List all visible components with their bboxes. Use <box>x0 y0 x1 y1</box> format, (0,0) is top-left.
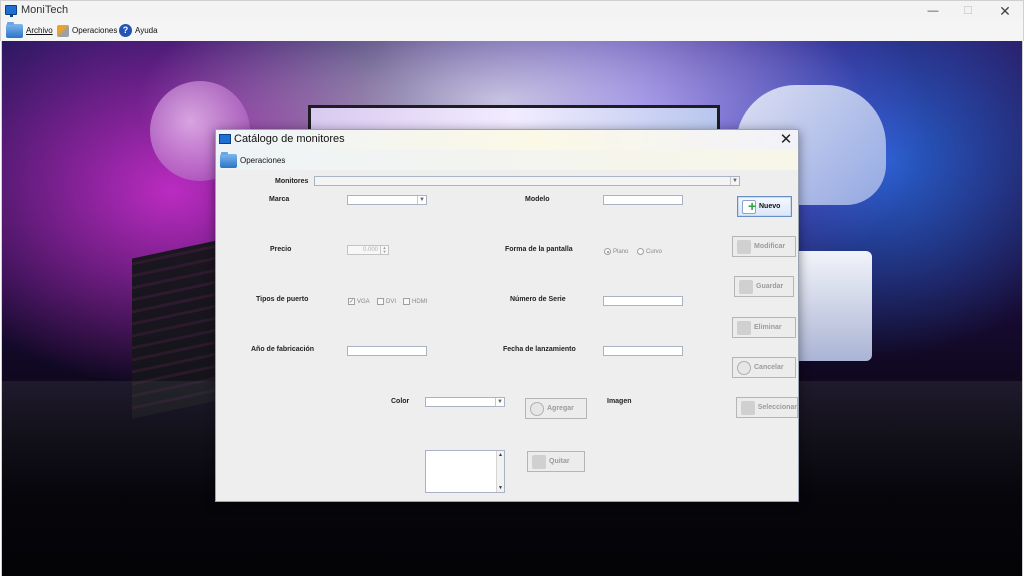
checkbox-icon <box>377 298 384 305</box>
dialog-close-button[interactable]: ✕ <box>776 130 796 150</box>
dialog-menu-operaciones[interactable]: Operaciones <box>220 151 286 169</box>
forma-curvo-label: Curvo <box>646 248 663 255</box>
seleccionar-button[interactable]: Seleccionar <box>736 397 798 418</box>
add-document-icon <box>742 198 756 214</box>
anio-field[interactable] <box>347 346 427 356</box>
agregar-button-label: Agregar <box>547 405 574 412</box>
nuevo-button-label: Nuevo <box>759 203 781 210</box>
forma-label: Forma de la pantalla <box>505 246 573 253</box>
add-circle-icon <box>530 401 544 416</box>
tools-icon <box>57 24 69 37</box>
puerto-vga-checkbox[interactable]: ✓ VGA <box>348 298 370 305</box>
puerto-hdmi-label: HDMI <box>412 298 428 305</box>
radio-icon <box>637 248 644 255</box>
menu-operaciones[interactable]: Operaciones <box>57 22 117 39</box>
dialog-titlebar: Catálogo de monitores ✕ <box>216 130 798 150</box>
save-icon <box>739 279 753 294</box>
forma-curvo-radio[interactable]: Curvo <box>637 248 662 255</box>
color-label: Color <box>391 398 410 405</box>
anio-label: Año de fabricación <box>251 346 315 353</box>
scroll-up-icon[interactable]: ▲ <box>497 452 504 458</box>
minimize-button[interactable]: — <box>918 3 948 19</box>
chevron-down-icon: ▼ <box>730 177 739 185</box>
puerto-hdmi-checkbox[interactable]: HDMI <box>403 298 427 305</box>
folder-icon <box>6 21 23 38</box>
precio-label: Precio <box>270 246 292 253</box>
puerto-dvi-label: DVI <box>386 298 397 305</box>
trash-icon <box>532 454 546 469</box>
quitar-button[interactable]: Quitar <box>527 451 585 472</box>
chevron-down-icon: ▼ <box>417 196 426 204</box>
radio-selected-icon <box>604 248 611 255</box>
monitor-icon <box>5 5 17 17</box>
checkbox-icon <box>403 298 410 305</box>
menu-archivo[interactable]: Archivo <box>6 21 53 39</box>
checkmark-icon: ✓ <box>348 298 355 305</box>
monitores-label: Monitores <box>275 178 309 185</box>
modificar-button[interactable]: Modificar <box>732 236 796 257</box>
maximize-button[interactable]: ☐ <box>953 3 983 19</box>
modelo-label: Modelo <box>525 196 550 203</box>
cancel-icon <box>737 360 751 375</box>
forma-plano-radio[interactable]: Plano <box>604 248 628 255</box>
folder-icon <box>220 151 237 168</box>
image-grid-icon <box>741 400 755 415</box>
eliminar-button-label: Eliminar <box>754 324 782 331</box>
precio-spinner[interactable]: 0.000 ▲ ▼ <box>347 245 389 255</box>
main-menubar: Archivo Operaciones ? Ayuda <box>0 20 1024 41</box>
puerto-vga-label: VGA <box>357 298 370 305</box>
eliminar-button[interactable]: Eliminar <box>732 317 796 338</box>
window-title: MoniTech <box>21 4 69 16</box>
forma-plano-label: Plano <box>613 248 629 255</box>
guardar-button[interactable]: Guardar <box>734 276 794 297</box>
window-titlebar: MoniTech — ☐ ✕ <box>0 0 1024 20</box>
dialog-menu-operaciones-label: Operaciones <box>240 156 286 165</box>
numero-serie-label: Número de Serie <box>510 296 566 303</box>
fecha-field[interactable] <box>603 346 683 356</box>
marca-combobox[interactable]: ▼ <box>347 195 427 205</box>
numero-serie-field[interactable] <box>603 296 683 306</box>
quitar-button-label: Quitar <box>549 458 570 465</box>
listbox-scrollbar[interactable]: ▲ ▼ <box>496 451 504 492</box>
imagen-label: Imagen <box>607 398 632 405</box>
console-image <box>792 251 872 361</box>
guardar-button-label: Guardar <box>756 283 784 290</box>
puerto-dvi-checkbox[interactable]: DVI <box>377 298 396 305</box>
menu-operaciones-label: Operaciones <box>72 26 118 35</box>
fecha-label: Fecha de lanzamiento <box>503 346 576 353</box>
chevron-down-icon: ▼ <box>495 398 504 406</box>
agregar-button[interactable]: Agregar <box>525 398 587 419</box>
trash-icon <box>737 320 751 335</box>
modelo-field[interactable] <box>603 195 683 205</box>
precio-value: 0.000 <box>362 247 378 253</box>
cancelar-button[interactable]: Cancelar <box>732 357 796 378</box>
colors-listbox[interactable]: ▲ ▼ <box>425 450 505 493</box>
modificar-button-label: Modificar <box>754 243 786 250</box>
seleccionar-button-label: Seleccionar <box>757 404 797 411</box>
nuevo-button[interactable]: Nuevo <box>737 196 792 217</box>
dialog-menubar: Operaciones <box>216 150 798 170</box>
menu-archivo-label: Archivo <box>26 26 53 35</box>
menu-ayuda-label: Ayuda <box>135 26 158 35</box>
menu-ayuda[interactable]: ? Ayuda <box>119 22 158 39</box>
close-window-button[interactable]: ✕ <box>990 3 1020 19</box>
catalog-dialog: Catálogo de monitores ✕ Operaciones Moni… <box>215 129 799 502</box>
tipos-puerto-label: Tipos de puerto <box>256 296 309 303</box>
scroll-down-icon[interactable]: ▼ <box>497 485 504 491</box>
spinner-arrows-icon[interactable]: ▲ ▼ <box>380 246 388 254</box>
help-icon: ? <box>119 24 132 37</box>
cancelar-button-label: Cancelar <box>754 364 784 371</box>
color-combobox[interactable]: ▼ <box>425 397 505 407</box>
dialog-title: Catálogo de monitores <box>234 133 345 145</box>
edit-icon <box>737 239 751 254</box>
monitor-icon <box>219 134 231 144</box>
marca-label: Marca <box>269 196 290 203</box>
monitores-combobox[interactable]: ▼ <box>314 176 740 186</box>
